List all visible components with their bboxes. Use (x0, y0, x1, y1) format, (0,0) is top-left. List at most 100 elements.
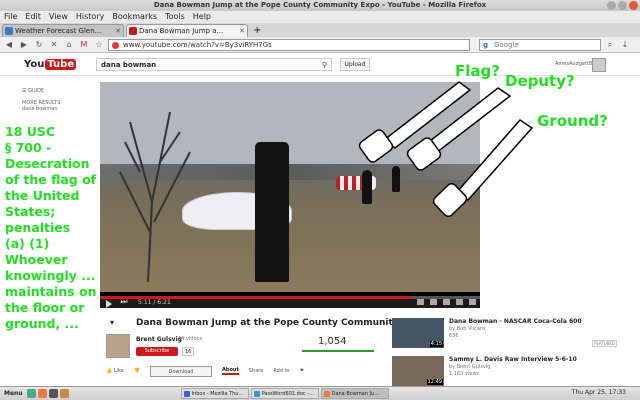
bookmark-icon[interactable]: ☆ (93, 39, 105, 51)
suggested-video[interactable]: 12:49 Sammy L. Davis Raw Interview 5-6-1… (392, 356, 636, 390)
like-button[interactable]: 👍 Like (106, 368, 124, 374)
files-launcher-icon[interactable] (59, 389, 69, 398)
guide-panel: ☰ GUIDE MORE RESULTS dana bowman (22, 88, 92, 118)
menu-history[interactable]: History (76, 11, 104, 23)
suggested-video[interactable]: 4:15 Dana Bowman - NASCAR Coca-Cola 600 … (392, 318, 636, 352)
task-firefox[interactable]: Dana Bowman Ju... (320, 388, 389, 399)
menu-bar: File Edit View History Bookmarks Tools H… (0, 11, 640, 23)
reload-icon[interactable]: ↻ (33, 39, 45, 51)
suggested-title[interactable]: Sammy L. Davis Raw Interview 5-6-10 (449, 356, 577, 363)
search-value: dana bowman (101, 61, 157, 69)
more-results-sub: dana bowman (22, 106, 58, 112)
dislike-icon[interactable]: 👎 (134, 368, 140, 374)
task-label: PassWord601.doc -... (261, 391, 314, 397)
download-button[interactable]: Download (150, 365, 213, 377)
view-count: 1,054 (318, 336, 347, 347)
search-go-icon[interactable]: ⌕ (604, 39, 616, 51)
subscribe-button[interactable]: Subscribe (136, 347, 178, 356)
weather-favicon-icon (5, 27, 13, 35)
captions-icon[interactable] (430, 299, 437, 305)
tab-share[interactable]: Share (249, 368, 263, 374)
youtube-logo[interactable]: You Tube (24, 58, 77, 72)
task-thunderbird[interactable]: Inbox - Mozilla Thu... (180, 388, 249, 399)
crowd-figure (392, 166, 400, 192)
downloads-icon[interactable]: ↓ (619, 39, 631, 51)
menu-bookmarks[interactable]: Bookmarks (112, 11, 157, 23)
back-icon[interactable]: ◀ (3, 39, 15, 51)
google-icon: g (483, 40, 489, 49)
video-player[interactable] (100, 82, 480, 296)
channel-video-count: 44 videos (178, 336, 203, 342)
bare-tree (119, 111, 191, 283)
logo-tube: Tube (45, 59, 77, 70)
tab-about[interactable]: About (222, 367, 239, 375)
like-label: Like (113, 368, 124, 374)
site-identity-icon[interactable] (112, 41, 119, 49)
menu-view[interactable]: View (49, 11, 68, 23)
window-titlebar: Dana Bowman Jump at the Pope County Comm… (0, 0, 640, 11)
home-icon[interactable]: ⌂ (63, 39, 75, 51)
tab-close-icon[interactable]: ✕ (239, 25, 245, 37)
firefox-launcher-icon[interactable] (37, 389, 47, 398)
featured-badge: FEATURED (592, 340, 618, 347)
stop-icon[interactable]: ✕ (48, 39, 60, 51)
gmail-icon[interactable]: M (78, 39, 90, 51)
tab-weather[interactable]: Weather Forecast Glen... ✕ (2, 24, 124, 37)
search-bar[interactable]: g Google (479, 38, 601, 51)
search-placeholder: Google (494, 40, 519, 49)
suggested-title[interactable]: Dana Bowman - NASCAR Coca-Cola 600 (449, 318, 582, 325)
guide-button[interactable]: ☰ GUIDE (22, 88, 92, 94)
show-desktop-icon[interactable] (26, 389, 36, 398)
new-tab-icon[interactable]: + (250, 25, 264, 37)
menu-file[interactable]: File (4, 11, 17, 23)
forward-icon[interactable]: ▶ (18, 39, 30, 51)
video-thumbnail[interactable]: 12:49 (392, 356, 444, 386)
theater-icon[interactable] (456, 299, 463, 305)
tab-close-icon[interactable]: ✕ (115, 25, 121, 37)
user-name[interactable]: AmesAudgett8 (555, 61, 592, 67)
channel-name[interactable]: Brent Gulsvig (136, 336, 182, 343)
start-menu-button[interactable]: Menu (0, 390, 27, 397)
channel-avatar[interactable] (106, 334, 130, 358)
overlay-deputy-label: Deputy? (505, 72, 575, 90)
deputy-figure (255, 142, 289, 282)
tab-add-to[interactable]: Add to (273, 368, 289, 374)
menu-help[interactable]: Help (193, 11, 211, 23)
upload-button[interactable]: Upload (340, 58, 370, 71)
youtube-search-input[interactable]: dana bowman ⚲ (96, 58, 332, 71)
video-thumbnail[interactable]: 4:15 (392, 318, 444, 348)
minimize-icon[interactable] (607, 1, 616, 10)
search-icon[interactable]: ⚲ (322, 59, 327, 71)
tab-youtube[interactable]: Dana Bowman Jump a... ✕ (126, 24, 248, 37)
maximize-icon[interactable] (618, 1, 627, 10)
video-duration: 12:49 (426, 379, 443, 385)
navigation-bar: ◀ ▶ ↻ ✕ ⌂ M ☆ www.youtube.com/watch?v=By… (0, 37, 640, 53)
suggested-channel: by Brent Gulsvig (449, 364, 491, 370)
flag-icon[interactable]: ⚑ (300, 368, 304, 374)
video-time: 5:11 / 6:21 (138, 299, 171, 306)
more-results-link[interactable]: MORE RESULTS dana bowman (22, 100, 92, 112)
user-avatar[interactable] (592, 58, 606, 72)
volume-icon[interactable] (417, 299, 424, 305)
menu-tools[interactable]: Tools (165, 11, 185, 23)
url-bar[interactable]: www.youtube.com/watch?v=By3viRYH7Gs (108, 38, 470, 51)
fullscreen-icon[interactable] (469, 299, 476, 305)
url-text: www.youtube.com/watch?v=By3viRYH7Gs (123, 40, 272, 49)
settings-icon[interactable] (443, 299, 450, 305)
task-document[interactable]: PassWord601.doc -... (250, 388, 319, 399)
suggested-channel: by Bob Vilcans (449, 326, 486, 332)
menu-edit[interactable]: Edit (25, 11, 41, 23)
like-ratio-bar (302, 350, 374, 352)
suggested-views: 1,163 views (449, 371, 480, 377)
terminal-launcher-icon[interactable] (48, 389, 58, 398)
next-icon[interactable]: ⏭ (118, 296, 130, 308)
close-icon[interactable] (629, 1, 638, 10)
firefox-icon (323, 391, 330, 397)
overlay-legal-text: 18 USC § 700 - Desecration of the flag o… (5, 124, 97, 331)
video-duration: 4:15 (429, 341, 443, 347)
subscriber-count: 16 (182, 347, 195, 356)
overlay-ground-label: Ground? (537, 112, 608, 130)
play-icon[interactable] (106, 300, 112, 308)
suggested-views: 636 (449, 333, 459, 339)
task-label: Dana Bowman Ju... (331, 391, 380, 397)
